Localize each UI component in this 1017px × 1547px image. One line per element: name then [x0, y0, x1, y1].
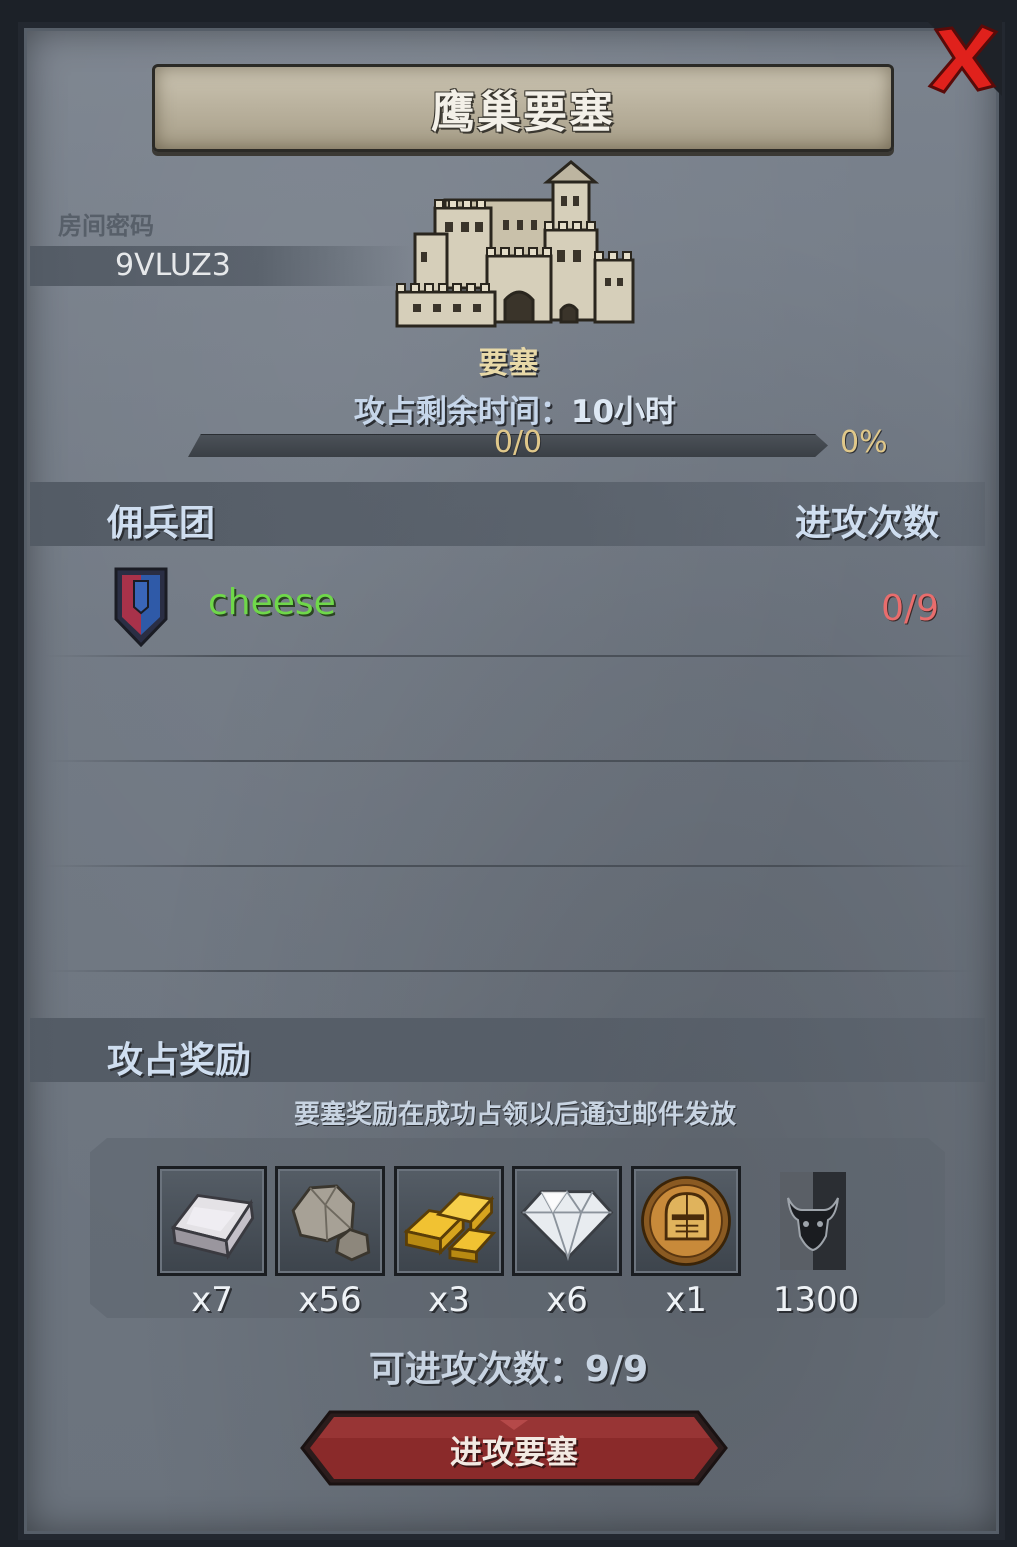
- close-icon: [926, 20, 1002, 96]
- rewards-section-title: 攻占奖励: [107, 1040, 252, 1081]
- room-code[interactable]: 9VLUZ3: [115, 248, 231, 283]
- title-banner: 鹰巢要塞: [152, 64, 894, 152]
- page-title: 鹰巢要塞: [431, 87, 615, 138]
- reward-item-gold[interactable]: [394, 1166, 504, 1276]
- reward-qty-iron: x7: [191, 1280, 233, 1320]
- fortress-castle-icon: [395, 160, 635, 328]
- reward-item-diamond[interactable]: [512, 1166, 622, 1276]
- attacks-column-header: 进攻次数: [795, 503, 940, 544]
- gold-bars-icon: [403, 1192, 497, 1264]
- reward-qty-gold: x3: [428, 1280, 470, 1320]
- mercenary-section-title: 佣兵团: [107, 503, 216, 544]
- rewards-note: 要塞奖励在成功占领以后通过邮件发放: [293, 1100, 736, 1130]
- row-divider: [45, 760, 975, 762]
- reward-item-stone[interactable]: [275, 1166, 385, 1276]
- iron-ingot-icon: [170, 1193, 255, 1261]
- reward-qty-bull-banner: 1300: [772, 1280, 860, 1320]
- mercenary-name[interactable]: cheese: [208, 582, 336, 623]
- row-divider: [45, 865, 975, 867]
- reward-qty-stone: x56: [298, 1280, 362, 1320]
- reward-item-iron[interactable]: [157, 1166, 267, 1276]
- guild-shield-icon: [114, 567, 168, 647]
- stone-icon: [291, 1184, 371, 1262]
- bull-banner-icon: [780, 1172, 846, 1270]
- mercenary-attack-count: 0/9: [881, 588, 939, 629]
- reward-item-bull-banner[interactable]: [778, 1170, 848, 1272]
- diamond-icon: [520, 1190, 614, 1262]
- row-divider: [45, 970, 975, 972]
- row-divider: [45, 655, 975, 657]
- reward-qty-helmet-coin: x1: [665, 1280, 707, 1320]
- reward-qty-diamond: x6: [546, 1280, 588, 1320]
- knight-helmet-coin-icon: [641, 1176, 731, 1266]
- capture-progress-text: 0/0: [493, 425, 543, 460]
- attacks-available: 可进攻次数：9/9: [368, 1349, 649, 1390]
- reward-item-helmet-coin[interactable]: [631, 1166, 741, 1276]
- room-code-label: 房间密码: [58, 212, 154, 240]
- capture-progress-percent: 0%: [840, 425, 888, 460]
- fortress-name: 要塞: [478, 346, 539, 381]
- close-button[interactable]: [922, 20, 1002, 100]
- attack-fortress-button[interactable]: [300, 1408, 728, 1488]
